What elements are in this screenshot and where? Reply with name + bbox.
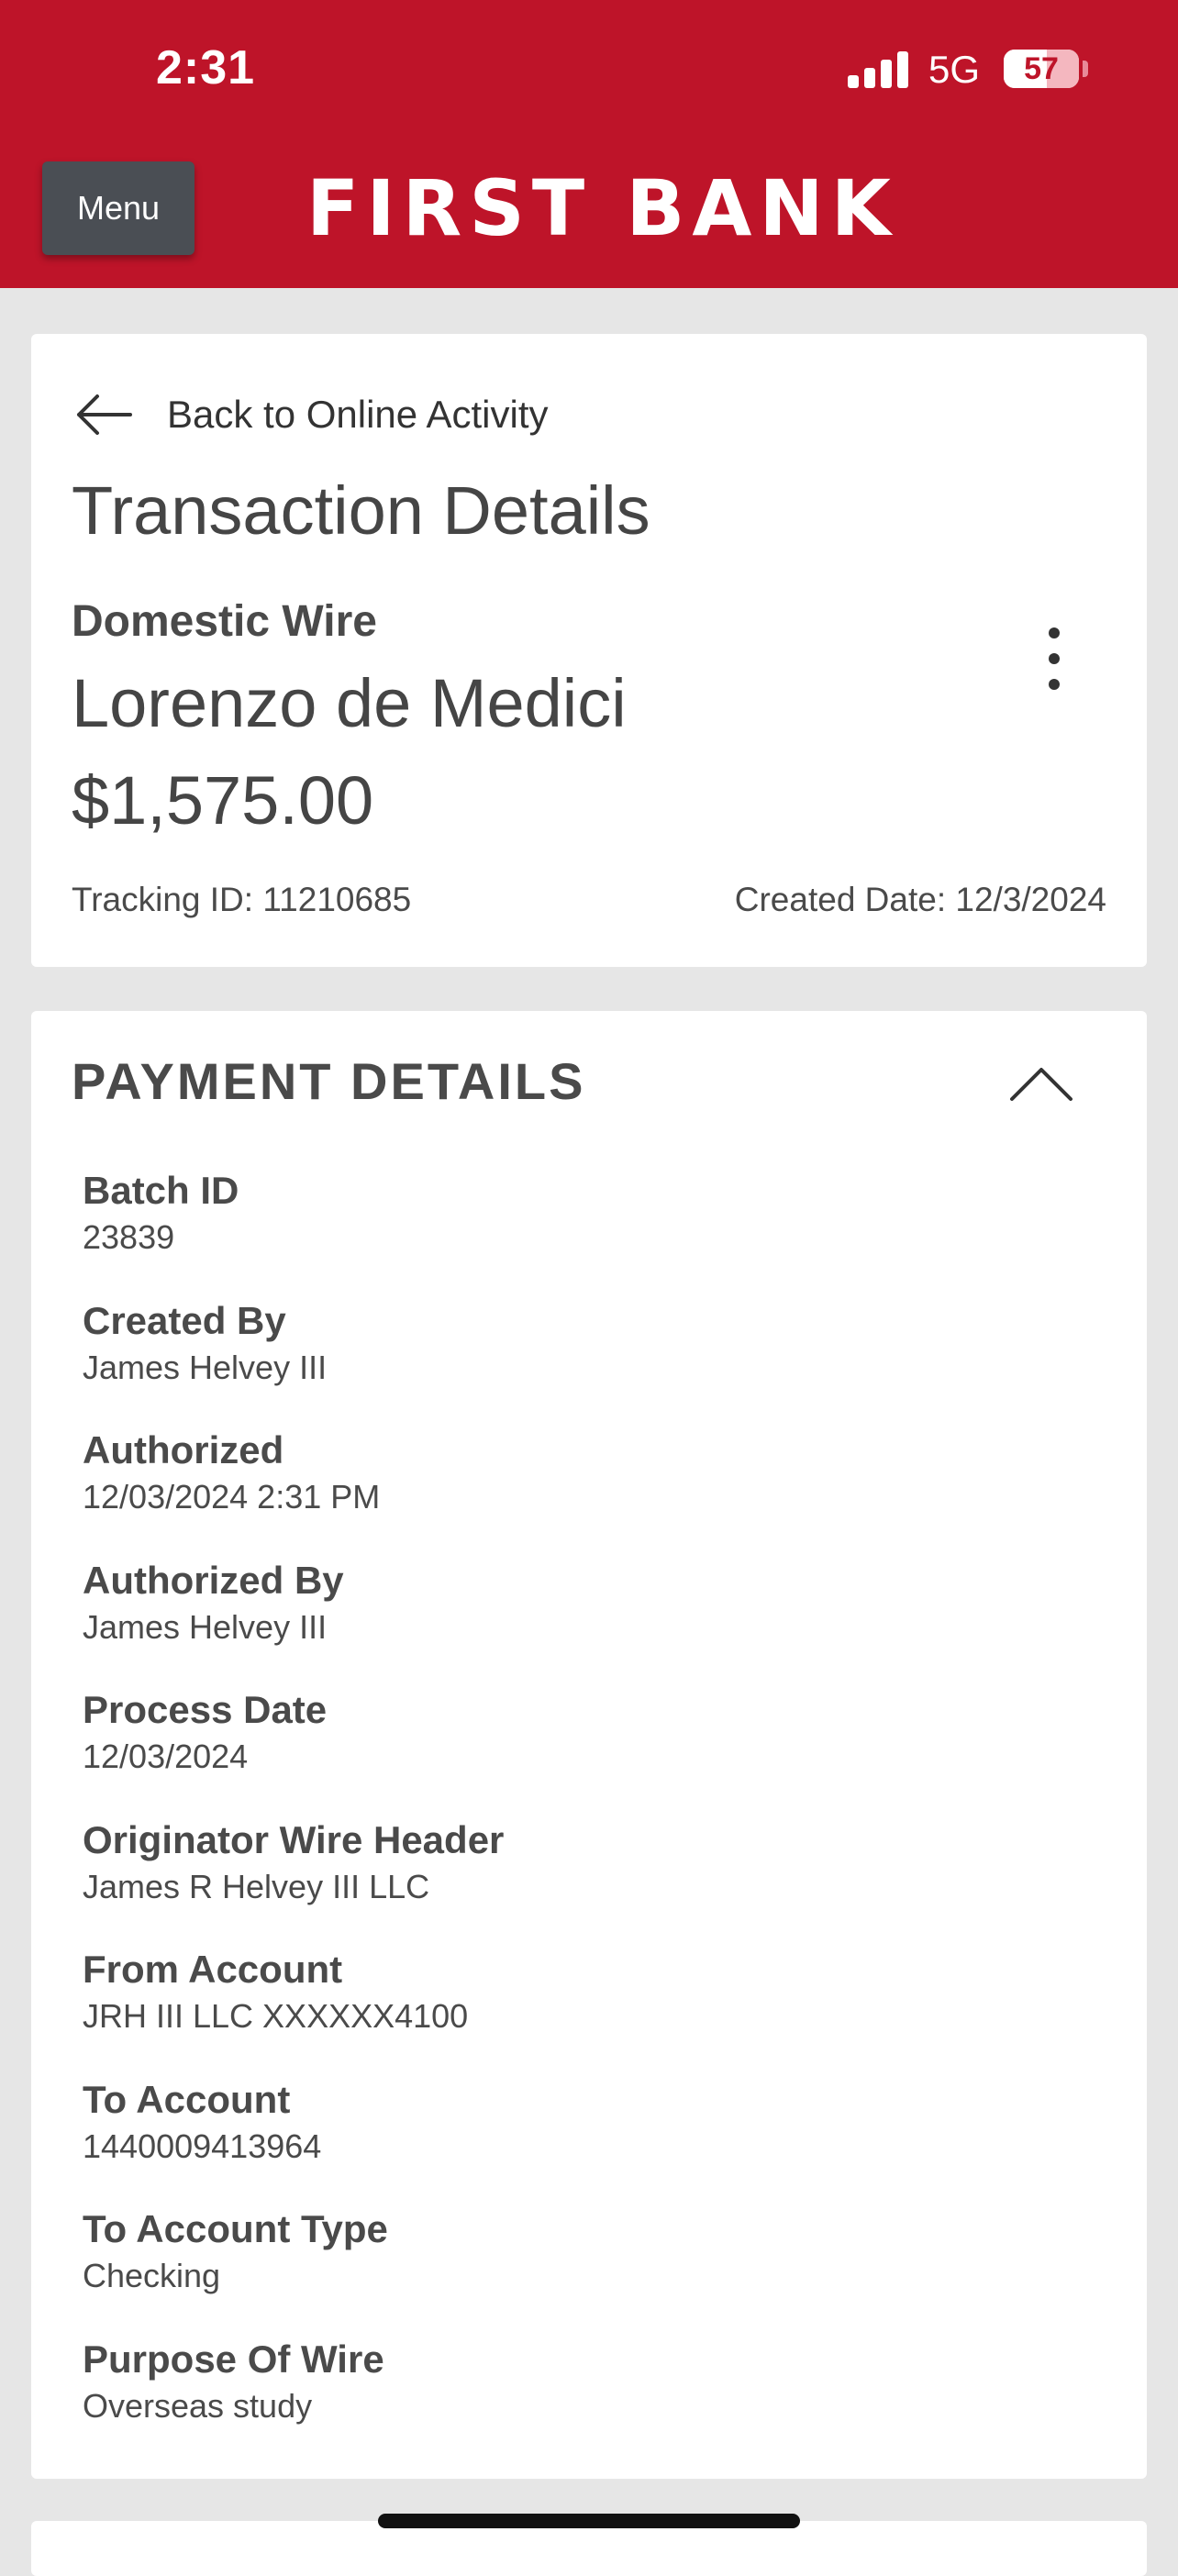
created-date: Created Date: 12/3/2024 (734, 881, 1106, 918)
page-title: Transaction Details (72, 472, 650, 549)
back-link-label: Back to Online Activity (167, 393, 549, 436)
status-time: 2:31 (156, 41, 256, 94)
details-list: Batch ID 23839 Created By James Helvey I… (83, 1167, 1092, 2465)
payment-details-card: PAYMENT DETAILS Batch ID 23839 Created B… (31, 1011, 1147, 2479)
payee-name: Lorenzo de Medici (72, 665, 627, 741)
network-type: 5G (928, 48, 981, 91)
detail-value: 23839 (83, 1218, 175, 1256)
next-card-partial (31, 2521, 1147, 2576)
detail-created-by: Created By James Helvey III (83, 1297, 1092, 1427)
section-title: PAYMENT DETAILS (72, 1052, 586, 1110)
more-vertical-icon[interactable] (1031, 618, 1077, 701)
detail-value: Checking (83, 2257, 221, 2294)
brand-logo: FIRST BANK (306, 163, 898, 253)
detail-value: James Helvey III (83, 1607, 328, 1646)
detail-label: Purpose Of Wire (83, 2337, 384, 2381)
detail-label: To Account (83, 2077, 291, 2121)
detail-label: Authorized (83, 1428, 284, 1471)
detail-label: To Account Type (83, 2207, 388, 2250)
detail-to-account: To Account 1440009413964 (83, 2076, 1092, 2206)
menu-button[interactable]: Menu (42, 161, 194, 255)
home-indicator[interactable] (378, 2514, 800, 2528)
detail-value: JRH III LLC XXXXXX4100 (83, 1997, 469, 2035)
signal-icon (848, 50, 910, 88)
top-bar: 2:31 5G 57 Menu FIRST BANK (0, 0, 1178, 288)
battery-level: 57 (1024, 51, 1059, 86)
detail-purpose-of-wire: Purpose Of Wire Overseas study (83, 2336, 1092, 2466)
detail-label: Originator Wire Header (83, 1817, 505, 1861)
detail-label: From Account (83, 1948, 343, 1991)
detail-authorized: Authorized 12/03/2024 2:31 PM (83, 1427, 1092, 1557)
transaction-amount: $1,575.00 (72, 762, 374, 838)
detail-value: 12/03/2024 (83, 1738, 249, 1775)
tracking-id: Tracking ID: 11210685 (72, 881, 412, 918)
battery-cap (1083, 61, 1088, 77)
detail-originator-wire-header: Originator Wire Header James R Helvey II… (83, 1816, 1092, 1947)
detail-batch-id: Batch ID 23839 (83, 1167, 1092, 1297)
detail-value: 1440009413964 (83, 2126, 322, 2165)
detail-label: Process Date (83, 1688, 328, 1731)
detail-value: Overseas study (83, 2386, 313, 2425)
chevron-up-icon[interactable] (1009, 1062, 1073, 1103)
detail-label: Batch ID (83, 1169, 239, 1212)
detail-value: 12/03/2024 2:31 PM (83, 1478, 381, 1516)
wire-type: Domestic Wire (72, 597, 377, 646)
detail-label: Authorized By (83, 1558, 344, 1602)
back-arrow-icon (77, 394, 132, 435)
detail-from-account: From Account JRH III LLC XXXXXX4100 (83, 1946, 1092, 2076)
back-to-online-activity-link[interactable]: Back to Online Activity (73, 385, 549, 444)
detail-label: Created By (83, 1298, 286, 1342)
transaction-card: Back to Online Activity Transaction Deta… (31, 334, 1147, 967)
detail-value: James R Helvey III LLC (83, 1867, 430, 1905)
detail-value: James Helvey III (83, 1348, 328, 1386)
detail-to-account-type: To Account Type Checking (83, 2205, 1092, 2336)
detail-process-date: Process Date 12/03/2024 (83, 1686, 1092, 1816)
detail-authorized-by: Authorized By James Helvey III (83, 1557, 1092, 1687)
battery-icon: 57 (1004, 50, 1079, 88)
